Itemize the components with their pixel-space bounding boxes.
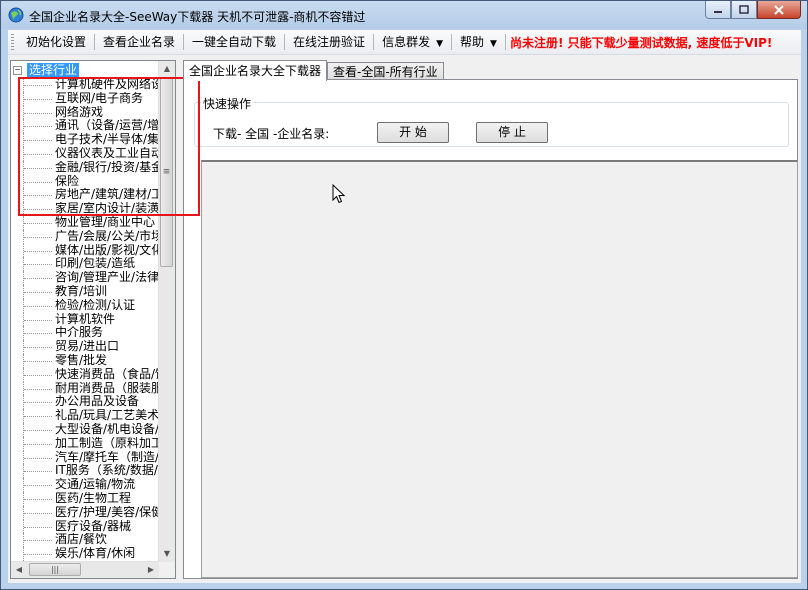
client-area: 初始化设置 查看企业名录 一键全自动下载 在线注册验证 信息群发 ▼ 帮助 ▼ 尚未… — [8, 30, 801, 583]
registration-notice: 尚未注册! 只能下载少量测试数据, 速度低于VIP! — [509, 35, 773, 50]
tree-item[interactable]: 办公用品及设备 — [11, 395, 161, 409]
tree-item[interactable]: 仪器仪表及工业自动化 — [11, 146, 161, 161]
close-button[interactable] — [757, 1, 801, 19]
tree-item[interactable]: 媒体/出版/影视/文化传播 — [11, 243, 161, 258]
tree-root-label[interactable]: 选择行业 — [27, 63, 80, 77]
tree-item[interactable]: 咨询/管理产业/法律/财会 — [11, 271, 161, 285]
tree-item[interactable]: 中介服务 — [11, 326, 161, 340]
horizontal-scrollbar[interactable]: ◀ ||| ▶ — [11, 561, 159, 578]
tree-item[interactable]: 计算机硬件及网络设备 — [11, 78, 161, 92]
stop-button[interactable]: 停 止 — [476, 122, 548, 143]
tree-item[interactable]: 医药/生物工程 — [11, 491, 161, 506]
minimize-icon — [714, 10, 722, 13]
app-window: 全国企业名录大全-SeeWay下载器 天机不可泄露-商机不容错过 初始化设置 查… — [0, 0, 808, 590]
tree-item[interactable]: 广告/会展/公关/市场推广 — [11, 229, 161, 244]
group-title: 快速操作 — [201, 95, 254, 112]
tree-item[interactable]: 检验/检测/认证 — [11, 298, 161, 313]
menu-online-register[interactable]: 在线注册验证 — [285, 30, 373, 54]
tree-items: 计算机硬件及网络设备互联网/电子商务网络游戏通讯（设备/运营/增值服务）电子技术… — [11, 78, 161, 561]
menu-init-settings[interactable]: 初始化设置 — [18, 30, 94, 54]
industry-tree[interactable]: − 选择行业 计算机硬件及网络设备互联网/电子商务网络游戏通讯（设备/运营/增值… — [10, 60, 176, 579]
tree-item[interactable]: 交通/运输/物流 — [11, 478, 161, 492]
tree-item[interactable]: 教育/培训 — [11, 284, 161, 299]
maximize-icon — [739, 5, 749, 14]
tree-item[interactable]: 加工制造（原料加工/模具） — [11, 436, 161, 451]
tree-item[interactable]: 酒店/餐饮 — [11, 533, 161, 547]
scroll-down-icon[interactable]: ▼ — [159, 546, 175, 562]
start-button[interactable]: 开 始 — [377, 122, 449, 143]
tree-item[interactable]: 互联网/电子商务 — [11, 91, 161, 106]
tree-item[interactable]: 印刷/包装/造纸 — [11, 257, 161, 271]
tree-item[interactable]: 娱乐/体育/休闲 — [11, 547, 161, 561]
tree-item[interactable]: 零售/批发 — [11, 353, 161, 368]
tree-item[interactable]: 房地产/建筑/建材/工程 — [11, 188, 161, 202]
menu-bar: 初始化设置 查看企业名录 一键全自动下载 在线注册验证 信息群发 ▼ 帮助 ▼ 尚未… — [8, 30, 801, 55]
tree-item[interactable]: 汽车/摩托车（制造/维护/配件） — [11, 450, 161, 465]
tree-item[interactable]: 计算机软件 — [11, 312, 161, 327]
close-icon — [774, 4, 784, 15]
tree-item[interactable]: 医疗设备/器械 — [11, 519, 161, 534]
tree-item[interactable]: 电子技术/半导体/集成电路 — [11, 133, 161, 147]
tree-item[interactable]: 医疗/护理/美容/保健 — [11, 505, 161, 520]
maximize-button[interactable] — [731, 1, 757, 19]
tree-item[interactable]: 贸易/进出口 — [11, 340, 161, 354]
title-bar[interactable]: 全国企业名录大全-SeeWay下载器 天机不可泄露-商机不容错过 — [1, 1, 807, 29]
menu-bulk-messaging-label: 信息群发 — [382, 35, 431, 49]
vertical-scrollbar[interactable]: ▲ ≡ ▼ — [158, 61, 175, 562]
tree-item[interactable]: IT服务（系统/数据/维护） — [11, 464, 161, 478]
tab-downloader[interactable]: 全国企业名录大全下载器 — [183, 60, 328, 81]
scroll-up-icon[interactable]: ▲ — [159, 61, 175, 77]
scroll-right-icon[interactable]: ▶ — [143, 562, 159, 578]
tree-item[interactable]: 网络游戏 — [11, 105, 161, 120]
scroll-corner — [159, 562, 175, 578]
menu-view-directory[interactable]: 查看企业名录 — [95, 30, 183, 54]
tree-item[interactable]: 快速消费品（食品/饮料） — [11, 367, 161, 382]
menu-help[interactable]: 帮助 ▼ — [452, 30, 505, 54]
tree-root[interactable]: − 选择行业 — [13, 63, 80, 77]
window-title: 全国企业名录大全-SeeWay下载器 天机不可泄露-商机不容错过 — [29, 10, 366, 24]
menu-help-label: 帮助 — [460, 35, 485, 49]
downloader-panel: 快速操作 下载- 全国 -企业名录: 开 始 停 止 — [183, 79, 798, 579]
tree-item[interactable]: 金融/银行/投资/基金/证券 — [11, 160, 161, 175]
menu-auto-download[interactable]: 一键全自动下载 — [184, 30, 284, 54]
mouse-cursor-icon — [332, 184, 346, 204]
tree-item[interactable]: 通讯（设备/运营/增值服务） — [11, 119, 161, 133]
menu-bulk-messaging[interactable]: 信息群发 ▼ — [374, 30, 451, 54]
tree-item[interactable]: 保险 — [11, 174, 161, 189]
dropdown-arrow-icon: ▼ — [490, 39, 497, 49]
tree-item[interactable]: 礼品/玩具/工艺美术/收藏品 — [11, 409, 161, 423]
toolbar-grip[interactable] — [11, 34, 14, 50]
tree-item[interactable]: 耐用消费品（服装服饰） — [11, 381, 161, 396]
collapse-icon[interactable]: − — [13, 65, 22, 75]
dropdown-arrow-icon: ▼ — [436, 39, 443, 49]
scroll-thumb[interactable]: ≡ — [160, 77, 173, 267]
tree-item[interactable]: 物业管理/商业中心 — [11, 215, 161, 230]
scroll-left-icon[interactable]: ◀ — [11, 562, 27, 578]
app-globe-icon — [8, 7, 24, 23]
tab-strip: 全国企业名录大全下载器 查看-全国-所有行业 — [183, 60, 444, 81]
log-area[interactable] — [201, 160, 798, 578]
window-controls — [705, 1, 801, 21]
tree-item[interactable]: 家居/室内设计/装潢 — [11, 202, 161, 216]
quick-actions-group: 快速操作 下载- 全国 -企业名录: 开 始 停 止 — [194, 95, 789, 147]
tree-item[interactable]: 大型设备/机电设备/重工业 — [11, 422, 161, 437]
h-scroll-thumb[interactable]: ||| — [29, 563, 81, 576]
minimize-button[interactable] — [705, 1, 731, 19]
download-label: 下载- 全国 -企业名录: — [213, 127, 330, 141]
